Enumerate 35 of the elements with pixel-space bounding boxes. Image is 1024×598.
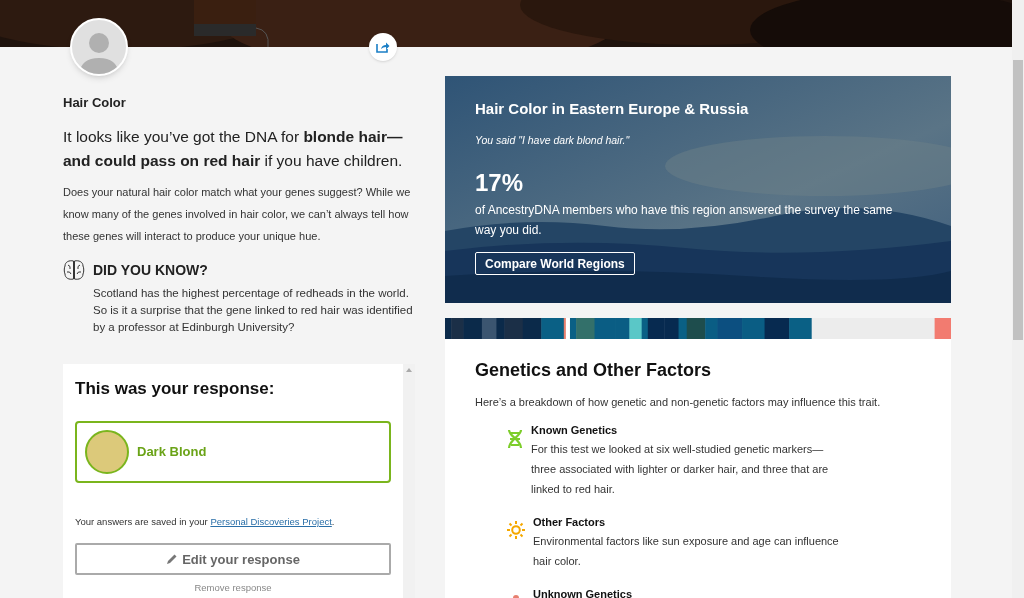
option-label: Dark Blond — [137, 443, 207, 462]
scroll-thumb[interactable] — [1013, 60, 1023, 340]
dna-icon — [507, 428, 523, 449]
page-scrollbar[interactable] — [1012, 0, 1024, 598]
share-icon — [376, 41, 390, 53]
brain-icon — [63, 258, 85, 281]
response-option[interactable]: Dark Blond — [75, 421, 391, 483]
share-button[interactable] — [369, 33, 397, 61]
trait-headline: It looks like you’ve got the DNA for blonde hair—and could pass on red hair if you have children. — [63, 126, 404, 171]
project-link[interactable]: Personal Discoveries Project — [210, 516, 332, 527]
factor-title: Other Factors — [533, 514, 607, 530]
person-icon — [79, 30, 119, 74]
scroll-up-icon — [406, 367, 412, 372]
factor-text: Environmental factors like sun exposure and age can influence hair color. — [533, 533, 840, 569]
did-you-know-heading: DID YOU KNOW? — [93, 260, 209, 280]
swatch-icon — [85, 430, 129, 474]
saved-note: Your answers are saved in your Personal Discoveries Project. — [75, 515, 336, 529]
remove-link[interactable]: Remove response — [194, 581, 272, 596]
trait-title: Hair Color — [63, 94, 127, 112]
region-percent: 17% — [475, 168, 525, 199]
trait-description: Does your natural hair color match what your genes suggest? While we know many of the genes involved in hair color, we can’t always tell how these genes will interact to produce your unique hue. — [63, 184, 412, 244]
pencil-icon — [166, 553, 179, 566]
factors-heading: Genetics and Other Factors — [475, 359, 713, 382]
did-you-know-text: Scotland has the highest percentage of redheads in the world. So is it a surprise that the gene linked to red hair was identified by a professor at Edinburgh University? — [93, 285, 414, 335]
factor-title: Unknown Genetics — [533, 586, 634, 598]
edit-button[interactable]: Edit your response — [75, 543, 391, 576]
response-heading: This was your response: — [75, 377, 276, 400]
factor-text: For this test we looked at six well-studied genetic markers—three associated with lighter or darker hair, and three that are linked to red hair. — [531, 441, 830, 497]
factors-intro: Here’s a breakdown of how genetic and non-genetic factors may influence this trait. — [475, 395, 882, 410]
region-title: Hair Color in Eastern Europe & Russia — [475, 99, 750, 119]
sun-icon — [507, 520, 525, 539]
region-quote: You said "I have dark blond hair." — [475, 132, 631, 148]
factor-title: Known Genetics — [531, 422, 619, 438]
compare-button[interactable]: Compare World Regions — [475, 252, 635, 276]
region-caption: of AncestryDNA members who have this region answered the survey the same way you did. — [475, 202, 894, 240]
